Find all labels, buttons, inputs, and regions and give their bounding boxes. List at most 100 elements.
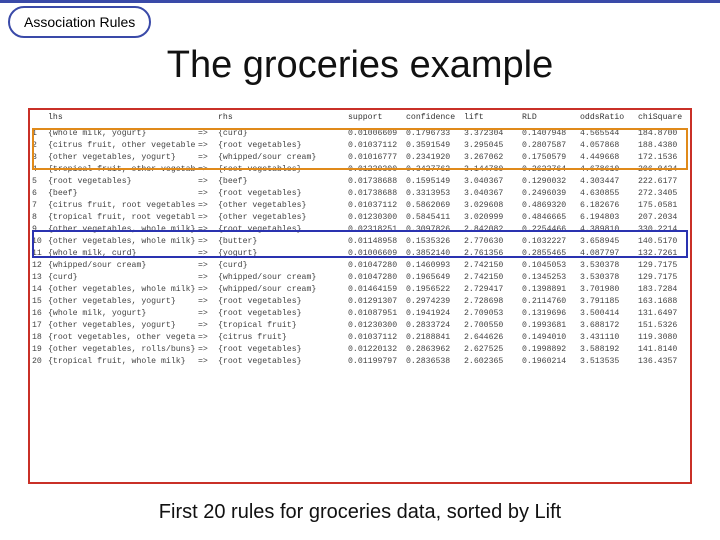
value-cell: 0.1595149 <box>404 175 462 187</box>
lhs-cell: {curd} <box>46 271 196 283</box>
value-cell: 0.01016777 <box>346 151 404 163</box>
value-cell: 0.01037112 <box>346 331 404 343</box>
rhs-cell: {root vegetables} <box>216 223 346 235</box>
value-cell: 3.791185 <box>578 295 636 307</box>
table-row: 12{whipped/sour cream}=>{curd}0.01047280… <box>30 259 692 271</box>
table-row: 9{other vegetables, whole milk}=>{root v… <box>30 223 692 235</box>
value-cell: 3.295045 <box>462 139 520 151</box>
lhs-cell: {root vegetables, other vegetables} <box>46 331 196 343</box>
rhs-cell: {root vegetables} <box>216 163 346 175</box>
value-cell: 3.267062 <box>462 151 520 163</box>
table-row: 20{tropical fruit, whole milk}=>{root ve… <box>30 355 692 367</box>
value-cell: 0.01006609 <box>346 127 404 139</box>
lhs-cell: {citrus fruit, root vegetables} <box>46 199 196 211</box>
value-cell: 2.700550 <box>462 319 520 331</box>
value-cell: 4.087797 <box>578 247 636 259</box>
table-row: 3{other vegetables, yogurt}=>{whipped/so… <box>30 151 692 163</box>
value-cell: 330.2214 <box>636 223 692 235</box>
value-cell: 0.3313953 <box>404 187 462 199</box>
value-cell: 0.1960214 <box>520 355 578 367</box>
value-cell: 2.729417 <box>462 283 520 295</box>
col-header: rhs <box>216 110 346 127</box>
value-cell: 9 <box>30 223 46 235</box>
rhs-cell: {whipped/sour cream} <box>216 151 346 163</box>
value-cell: 207.2034 <box>636 211 692 223</box>
value-cell: 0.2114760 <box>520 295 578 307</box>
value-cell: 17 <box>30 319 46 331</box>
arrow-cell: => <box>196 187 216 199</box>
value-cell: 0.5862069 <box>404 199 462 211</box>
rhs-cell: {other vegetables} <box>216 199 346 211</box>
col-header: support <box>346 110 404 127</box>
arrow-cell: => <box>196 139 216 151</box>
value-cell: 3.658945 <box>578 235 636 247</box>
value-cell: 3.372304 <box>462 127 520 139</box>
table-row: 16{whole milk, yogurt}=>{root vegetables… <box>30 307 692 319</box>
col-header: RLD <box>520 110 578 127</box>
value-cell: 0.1345253 <box>520 271 578 283</box>
value-cell: 140.5170 <box>636 235 692 247</box>
lhs-cell: {tropical fruit, whole milk} <box>46 355 196 367</box>
value-cell: 0.1998892 <box>520 343 578 355</box>
value-cell: 4.303447 <box>578 175 636 187</box>
lhs-cell: {root vegetables} <box>46 175 196 187</box>
value-cell: 163.1688 <box>636 295 692 307</box>
lhs-cell: {other vegetables, rolls/buns} <box>46 343 196 355</box>
value-cell: 3.701980 <box>578 283 636 295</box>
value-cell: 15 <box>30 295 46 307</box>
value-cell: 222.6177 <box>636 175 692 187</box>
value-cell: 0.01148958 <box>346 235 404 247</box>
value-cell: 1 <box>30 127 46 139</box>
lhs-cell: {other vegetables, whole milk} <box>46 235 196 247</box>
value-cell: 7 <box>30 199 46 211</box>
value-cell: 2.627525 <box>462 343 520 355</box>
top-border <box>0 0 720 3</box>
value-cell: 6 <box>30 187 46 199</box>
value-cell: 0.01230300 <box>346 319 404 331</box>
value-cell: 0.1796733 <box>404 127 462 139</box>
rhs-cell: {root vegetables} <box>216 295 346 307</box>
lhs-cell: {other vegetables, whole milk} <box>46 223 196 235</box>
value-cell: 2.742150 <box>462 271 520 283</box>
value-cell: 20 <box>30 355 46 367</box>
table-row: 19{other vegetables, rolls/buns}=>{root … <box>30 343 692 355</box>
value-cell: 0.3852140 <box>404 247 462 259</box>
rhs-cell: {yogurt} <box>216 247 346 259</box>
value-cell: 0.3097826 <box>404 223 462 235</box>
arrow-cell: => <box>196 247 216 259</box>
value-cell: 0.01738688 <box>346 175 404 187</box>
lhs-cell: {beef} <box>46 187 196 199</box>
value-cell: 0.2254466 <box>520 223 578 235</box>
rules-panel: lhsrhssupportconfidenceliftRLDoddsRatioc… <box>28 108 692 484</box>
value-cell: 0.01006609 <box>346 247 404 259</box>
value-cell: 0.1535326 <box>404 235 462 247</box>
value-cell: 141.8140 <box>636 343 692 355</box>
value-cell: 129.7175 <box>636 271 692 283</box>
value-cell: 0.1045053 <box>520 259 578 271</box>
value-cell: 0.3591549 <box>404 139 462 151</box>
col-header <box>30 110 46 127</box>
rhs-cell: {beef} <box>216 175 346 187</box>
lhs-cell: {tropical fruit, root vegetables} <box>46 211 196 223</box>
value-cell: 0.01047280 <box>346 271 404 283</box>
value-cell: 3.040367 <box>462 175 520 187</box>
value-cell: 19 <box>30 343 46 355</box>
lhs-cell: {whole milk, curd} <box>46 247 196 259</box>
rhs-cell: {root vegetables} <box>216 187 346 199</box>
arrow-cell: => <box>196 283 216 295</box>
value-cell: 3 <box>30 151 46 163</box>
value-cell: 151.5326 <box>636 319 692 331</box>
value-cell: 129.7175 <box>636 259 692 271</box>
table-row: 11{whole milk, curd}=>{yogurt}0.01006609… <box>30 247 692 259</box>
value-cell: 14 <box>30 283 46 295</box>
rhs-cell: {butter} <box>216 235 346 247</box>
arrow-cell: => <box>196 235 216 247</box>
rhs-cell: {other vegetables} <box>216 211 346 223</box>
value-cell: 0.01047280 <box>346 259 404 271</box>
value-cell: 4.389810 <box>578 223 636 235</box>
table-row: 17{other vegetables, yogurt}=>{tropical … <box>30 319 692 331</box>
value-cell: 2.728698 <box>462 295 520 307</box>
value-cell: 0.01037112 <box>346 199 404 211</box>
rhs-cell: {curd} <box>216 127 346 139</box>
value-cell: 6.194803 <box>578 211 636 223</box>
